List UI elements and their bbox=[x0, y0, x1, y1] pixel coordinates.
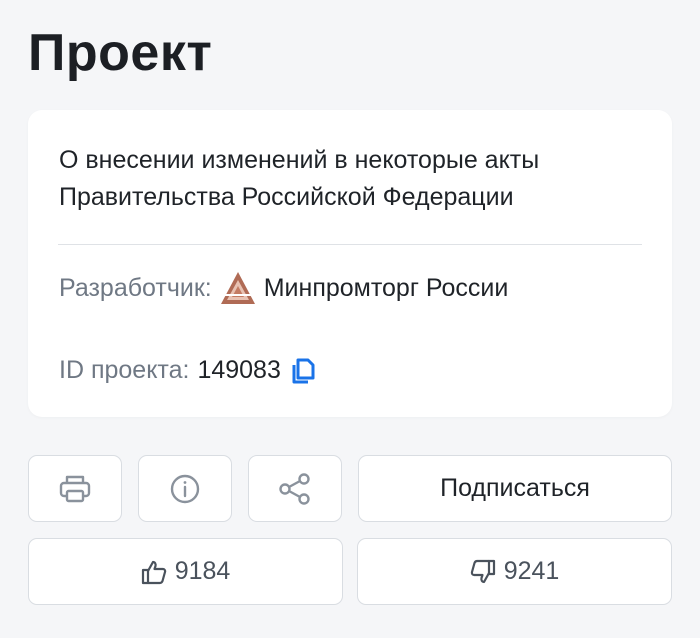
printer-icon bbox=[58, 473, 92, 505]
minpromtorg-logo-icon bbox=[220, 271, 256, 305]
project-description: О внесении изменений в некоторые акты Пр… bbox=[59, 146, 540, 211]
info-icon bbox=[169, 473, 201, 505]
developer-row: Разработчик: Минпромторг России bbox=[59, 270, 508, 306]
project-id-row: ID проекта: 149083 bbox=[59, 352, 319, 388]
dislike-button[interactable]: 9241 bbox=[357, 538, 672, 605]
copy-icon[interactable] bbox=[289, 354, 319, 386]
project-id-value: 149083 bbox=[197, 355, 281, 384]
page-title: Проект bbox=[28, 24, 213, 82]
subscribe-button[interactable]: Подписаться bbox=[358, 455, 672, 522]
share-icon bbox=[277, 472, 313, 506]
divider bbox=[58, 244, 642, 245]
thumbs-up-icon bbox=[141, 559, 167, 585]
info-button[interactable] bbox=[138, 455, 232, 522]
developer-name[interactable]: Минпромторг России bbox=[264, 274, 509, 303]
dislike-count: 9241 bbox=[503, 557, 560, 585]
developer-label: Разработчик: bbox=[59, 273, 212, 302]
print-button[interactable] bbox=[28, 455, 122, 522]
thumbs-down-icon bbox=[470, 559, 496, 585]
share-button[interactable] bbox=[248, 455, 342, 522]
like-count: 9184 bbox=[174, 557, 231, 585]
project-card: О внесении изменений в некоторые акты Пр… bbox=[28, 110, 672, 417]
like-button[interactable]: 9184 bbox=[28, 538, 343, 605]
project-id-label: ID проекта: bbox=[59, 355, 190, 384]
